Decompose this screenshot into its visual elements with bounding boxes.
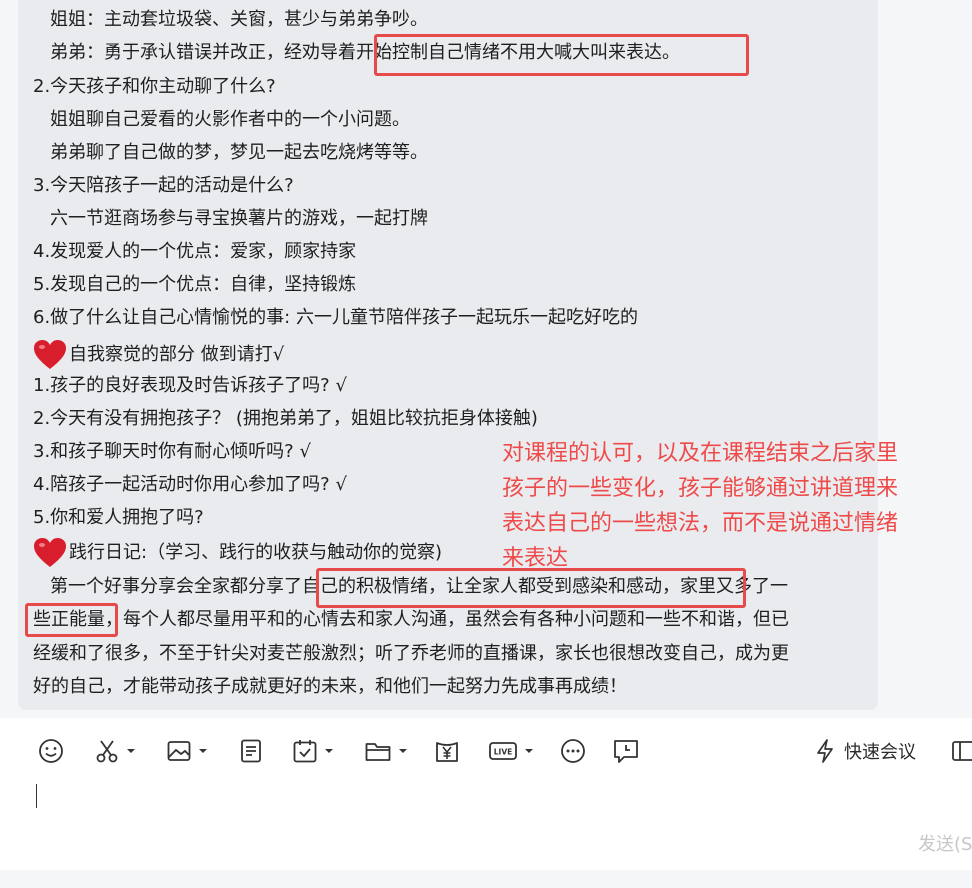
message-composer: LIVE 快速会议 发送(S	[18, 718, 972, 870]
red-packet-button[interactable]	[434, 736, 460, 766]
message-line: 5.发现自己的一个优点：自律，坚持锻炼	[33, 274, 357, 295]
yuan-icon	[436, 742, 458, 762]
more-button[interactable]	[560, 736, 586, 766]
screenshot-button[interactable]	[94, 736, 136, 766]
heart-icon	[33, 339, 67, 371]
message-input[interactable]	[34, 780, 934, 820]
chevron-down-icon	[127, 749, 135, 753]
message-line: 些正能量，每个人都尽量用平和的心情去和家人沟通，虽然会有各种小问题和一些不和谐，…	[33, 609, 789, 630]
annotation-line: 来表达	[502, 546, 569, 571]
message-line: 6.做了什么让自己心情愉悦的事: 六一儿童节陪伴孩子一起玩乐一起吃好吃的	[33, 307, 638, 328]
section-heading-label: 践行日记:（学习、践行的收获与触动你的觉察)	[69, 542, 443, 563]
message-line: 好的自己，才能带动孩子成就更好的未来，和他们一起努力先成事再成绩！	[33, 676, 627, 697]
message-line: 3.今天陪孩子一起的活动是什么?	[33, 175, 294, 196]
chevron-down-icon	[399, 749, 407, 753]
emoji-button[interactable]	[38, 736, 64, 766]
scheduled-message-button[interactable]	[612, 736, 640, 766]
message-line: 2.今天有没有拥抱孩子？ (拥抱弟弟了，姐姐比较抗拒身体接触)	[33, 408, 538, 429]
text-cursor	[36, 784, 37, 808]
more-icon	[561, 739, 585, 763]
message-line: 4.发现爱人的一个优点：爱家，顾家持家	[33, 241, 357, 262]
message-line: 姐姐聊自己爱看的火影作者中的一个小问题。	[50, 109, 410, 130]
folder-icon	[365, 743, 391, 761]
lightning-icon	[817, 739, 833, 763]
annotation-line: 孩子的一些变化，孩子能够通过讲道理来	[502, 476, 899, 501]
clock-message-icon	[614, 740, 638, 763]
emoji-icon	[39, 739, 63, 763]
chevron-down-icon	[199, 749, 207, 753]
image-button[interactable]	[166, 736, 208, 766]
message-line: 4.陪孩子一起活动时你用心参加了吗? √	[33, 474, 347, 495]
document-icon	[241, 739, 261, 763]
calendar-check-icon	[293, 740, 317, 763]
send-button[interactable]: 发送(S	[918, 830, 972, 856]
bottom-edge	[0, 870, 972, 888]
folder-button[interactable]	[364, 736, 408, 766]
chevron-down-icon	[325, 749, 333, 753]
message-line: 5.你和爱人拥抱了吗?	[33, 507, 204, 528]
live-badge-text: LIVE	[494, 748, 513, 757]
section-heading-self-awareness: 自我察觉的部分 做到请打√	[33, 339, 284, 371]
chevron-down-icon	[525, 749, 533, 753]
schedule-button[interactable]	[292, 736, 334, 766]
message-line: 2.今天孩子和你主动聊了什么?	[33, 76, 276, 97]
side-panel-icon	[952, 741, 972, 761]
annotation-note: 对课程的认可，以及在课程结束之后家里 孩子的一些变化，孩子能够通过讲道理来 表达…	[502, 436, 942, 576]
scissors-icon	[96, 740, 118, 763]
highlight-box	[374, 34, 749, 76]
document-button[interactable]	[238, 736, 264, 766]
image-icon	[167, 741, 191, 761]
message-line: 1.孩子的良好表现及时告诉孩子了吗? √	[33, 375, 347, 396]
side-panel-button[interactable]	[952, 740, 972, 768]
composer-toolbar: LIVE 快速会议	[18, 736, 972, 766]
chat-area: 姐姐：主动套垃圾袋、关窗，甚少与弟弟争吵。 弟弟：勇于承认错误并改正，经劝导着开…	[0, 0, 972, 718]
section-heading-practice-diary: 践行日记:（学习、践行的收获与触动你的觉察)	[33, 537, 442, 569]
live-button[interactable]: LIVE	[488, 736, 534, 766]
heart-icon	[33, 537, 67, 569]
message-line: 弟弟聊了自己做的梦，梦见一起去吃烧烤等等。	[50, 142, 428, 163]
annotation-line: 对课程的认可，以及在课程结束之后家里	[502, 441, 899, 466]
section-heading-label: 自我察觉的部分 做到请打√	[69, 344, 285, 365]
live-icon: LIVE	[489, 742, 517, 760]
quick-meeting-label: 快速会议	[844, 742, 916, 763]
message-line: 姐姐：主动套垃圾袋、关窗，甚少与弟弟争吵。	[50, 9, 428, 30]
annotation-line: 表达自己的一些想法，而不是说通过情绪	[502, 511, 899, 536]
message-line: 经缓和了很多，不至于针尖对麦芒般激烈；听了乔老师的直播课，家长也很想改变自己，成…	[33, 643, 789, 664]
message-line: 3.和孩子聊天时你有耐心倾听吗? √	[33, 441, 311, 462]
message-line: 六一节逛商场参与寻宝换薯片的游戏，一起打牌	[50, 208, 428, 229]
quick-meeting-button[interactable]: 快速会议	[814, 736, 916, 766]
highlight-box	[25, 603, 118, 637]
